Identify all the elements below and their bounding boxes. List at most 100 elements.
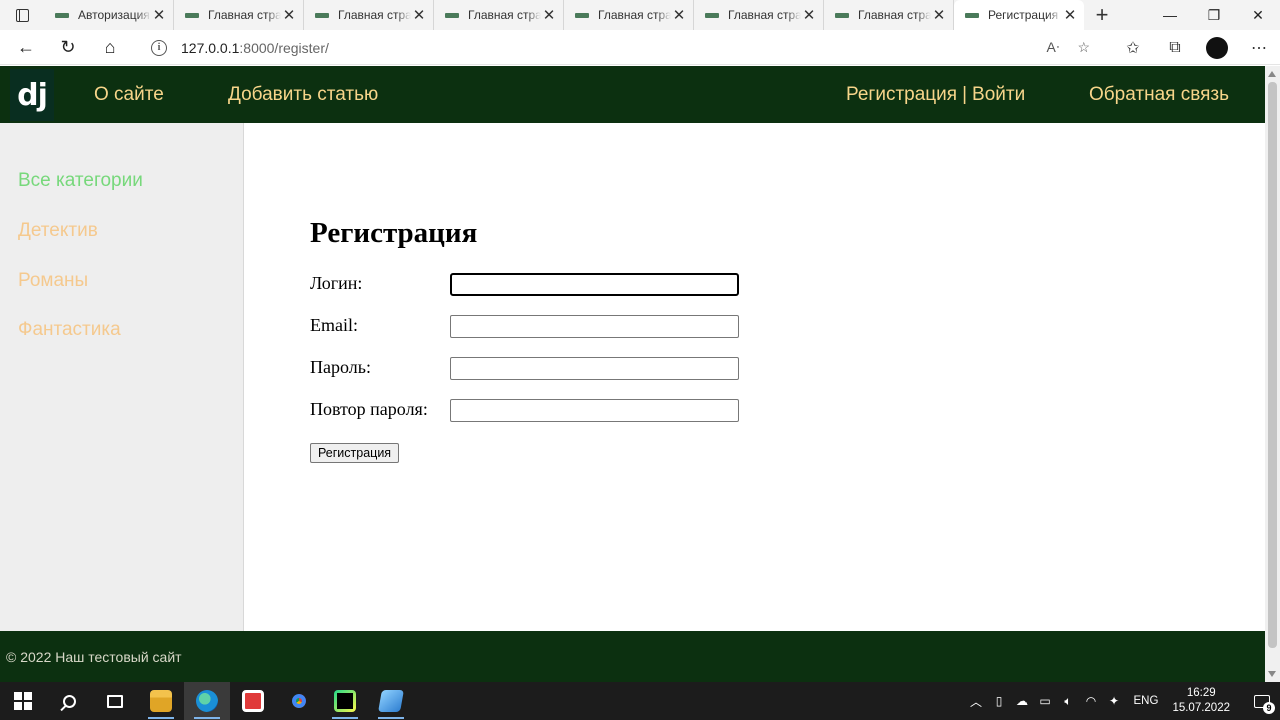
taskbar-chrome[interactable] <box>276 682 322 720</box>
password-repeat-input[interactable] <box>450 399 739 422</box>
scrollbar-thumb[interactable] <box>1268 82 1277 648</box>
favorites-icon: ✩ <box>1126 39 1140 57</box>
task-view-button[interactable] <box>92 682 138 720</box>
site-header: dj О сайте Добавить статью Регистрация |… <box>0 66 1265 123</box>
category-all-link[interactable]: Все категории <box>18 170 143 192</box>
new-tab-button[interactable]: + <box>1084 0 1120 30</box>
minimize-button[interactable]: — <box>1148 0 1192 30</box>
url-host: 127.0.0.1 <box>181 39 240 56</box>
volume-icon[interactable]: 🔈︎ <box>1057 694 1080 709</box>
category-novels-link[interactable]: Романы <box>18 270 88 292</box>
tab-actions-icon <box>15 8 29 22</box>
url-field[interactable]: i 127.0.0.1:8000/register/ Aᐧ ☆ <box>135 33 1100 62</box>
close-tab-icon[interactable]: ✕ <box>541 8 557 23</box>
profile-button[interactable] <box>1196 30 1238 65</box>
notifications-button[interactable]: 9 <box>1244 682 1280 720</box>
browser-tab[interactable]: Главная стра ✕ <box>824 0 954 30</box>
read-aloud-icon[interactable]: Aᐧ <box>1047 39 1060 56</box>
django-favicon-icon <box>184 11 200 19</box>
browser-tab[interactable]: Главная стра ✕ <box>174 0 304 30</box>
battery-icon[interactable]: ▭ <box>1034 694 1057 708</box>
more-icon: ⋯ <box>1251 39 1267 57</box>
django-favicon-icon <box>704 11 720 19</box>
refresh-button[interactable]: ↻ <box>47 30 89 65</box>
close-tab-icon[interactable]: ✕ <box>931 8 947 23</box>
browser-tab[interactable]: Авторизация ✕ <box>44 0 174 30</box>
browser-toolbar: ✩ ⧉ ⋯ <box>1112 30 1280 65</box>
django-favicon-icon <box>444 11 460 19</box>
django-favicon-icon <box>54 11 70 19</box>
taskbar-notepad[interactable] <box>368 682 414 720</box>
windows-taskbar: ︿ ▯ ☁ ▭ 🔈︎ ◠ ✦ ENG 16:29 15.07.2022 9 <box>0 682 1280 720</box>
category-fantasy-link[interactable]: Фантастика <box>18 319 121 341</box>
tab-title: Главная стра <box>598 8 671 22</box>
restore-button[interactable]: ❐ <box>1192 0 1236 30</box>
back-button[interactable]: ← <box>5 30 47 65</box>
login-input[interactable] <box>450 273 739 296</box>
close-tab-icon[interactable]: ✕ <box>151 8 167 23</box>
browser-tabstrip: Авторизация ✕ Главная стра ✕ Главная стра ✕… <box>0 0 1280 30</box>
scroll-up-icon[interactable] <box>1268 71 1276 77</box>
close-icon: ✕ <box>1252 6 1264 23</box>
browser-tab[interactable]: Главная стра ✕ <box>434 0 564 30</box>
tab-actions-button[interactable] <box>0 0 44 30</box>
home-button[interactable]: ⌂ <box>89 30 131 65</box>
dropbox-icon[interactable]: ✦ <box>1103 694 1126 708</box>
page-title: Регистрация <box>310 217 478 249</box>
nav-register-link[interactable]: Регистрация <box>846 84 957 106</box>
taskbar-explorer[interactable] <box>138 682 184 720</box>
start-button[interactable] <box>0 682 46 720</box>
browser-tab-active[interactable]: Регистрация ✕ <box>954 0 1084 30</box>
scroll-down-icon[interactable] <box>1268 671 1276 677</box>
window-controls: — ❐ ✕ <box>1148 0 1280 30</box>
url-text[interactable]: 127.0.0.1:8000/register/ <box>181 40 329 56</box>
collections-icon: ⧉ <box>1169 38 1181 56</box>
nav-add-article-link[interactable]: Добавить статью <box>228 66 378 123</box>
close-tab-icon[interactable]: ✕ <box>281 8 297 23</box>
site-info-icon[interactable]: i <box>151 39 167 56</box>
settings-menu-button[interactable]: ⋯ <box>1238 30 1280 65</box>
add-favorite-icon[interactable]: ☆ <box>1077 39 1090 56</box>
close-window-button[interactable]: ✕ <box>1236 0 1280 30</box>
browser-tab[interactable]: Главная стра ✕ <box>694 0 824 30</box>
language-indicator[interactable]: ENG <box>1134 695 1159 707</box>
category-detective-link[interactable]: Детектив <box>18 220 98 242</box>
onedrive-icon[interactable]: ☁ <box>1011 694 1034 708</box>
collections-button[interactable]: ⧉ <box>1154 30 1196 65</box>
restore-icon: ❐ <box>1207 6 1221 23</box>
tab-title: Главная стра <box>728 8 801 22</box>
site-logo[interactable]: dj <box>10 69 54 121</box>
tab-title: Главная стра <box>208 8 281 22</box>
nav-feedback-link[interactable]: Обратная связь <box>1089 66 1229 123</box>
form-row-login: Логин: <box>310 273 750 297</box>
taskbar-gift-app[interactable] <box>230 682 276 720</box>
favorites-button[interactable]: ✩ <box>1112 30 1154 65</box>
register-submit-button[interactable]: Регистрация <box>310 443 400 463</box>
close-tab-icon[interactable]: ✕ <box>801 8 817 23</box>
taskbar-pycharm[interactable] <box>322 682 368 720</box>
nav-about-link[interactable]: О сайте <box>94 66 164 123</box>
tab-title: Регистрация <box>988 8 1059 22</box>
nav-auth-links: Регистрация | Войти <box>846 66 1025 123</box>
wifi-icon[interactable]: ◠ <box>1080 694 1103 708</box>
device-icon[interactable]: ▯ <box>988 694 1011 708</box>
notepad-icon <box>378 690 404 712</box>
browser-tab[interactable]: Главная стра ✕ <box>564 0 694 30</box>
taskbar-search-button[interactable] <box>46 682 92 720</box>
close-tab-icon[interactable]: ✕ <box>1062 8 1078 23</box>
clock-time: 16:29 <box>1186 687 1216 699</box>
address-bar-row: ← ↻ ⌂ i 127.0.0.1:8000/register/ Aᐧ ☆ <box>0 30 1280 65</box>
password-input[interactable] <box>450 357 739 380</box>
main-content: Регистрация Логин: Email: Пароль: Повтор… <box>245 123 1265 631</box>
nav-login-link[interactable]: Войти <box>972 84 1025 106</box>
close-tab-icon[interactable]: ✕ <box>671 8 687 23</box>
clock-date: 15.07.2022 <box>1172 702 1230 714</box>
page-scrollbar[interactable] <box>1265 66 1280 682</box>
browser-tab[interactable]: Главная стра ✕ <box>304 0 434 30</box>
close-tab-icon[interactable]: ✕ <box>411 8 427 23</box>
plus-icon: + <box>1095 2 1109 27</box>
show-hidden-icons-icon[interactable]: ︿ <box>965 693 988 710</box>
clock[interactable]: 16:29 15.07.2022 <box>1172 686 1230 716</box>
email-input[interactable] <box>450 315 739 338</box>
taskbar-edge[interactable] <box>184 682 230 720</box>
